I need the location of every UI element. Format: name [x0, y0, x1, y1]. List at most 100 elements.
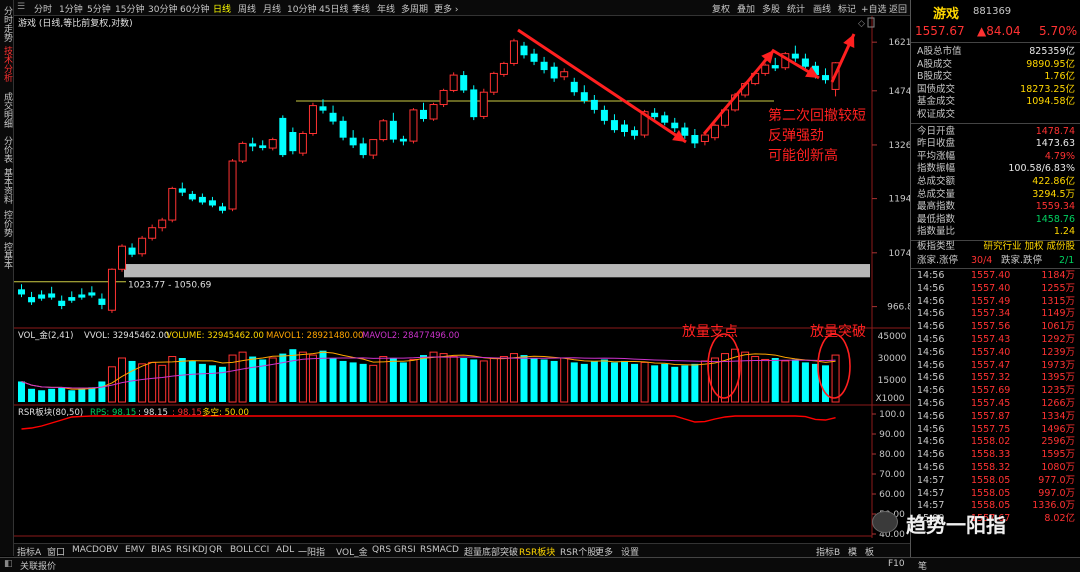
toolbar-多股[interactable]: 多股 — [762, 2, 780, 15]
stat-label: 昨日收盘 — [917, 138, 956, 150]
tick-volume: 997.0万 — [1038, 487, 1075, 499]
tick-row[interactable]: 14:56 1557.40 1184万 — [915, 270, 1077, 282]
left-tab-2[interactable]: 成交明细 — [1, 92, 13, 128]
candle-body — [188, 193, 196, 200]
period-tab-月线[interactable]: 月线 — [263, 2, 281, 15]
volume-bar — [761, 358, 770, 403]
indicator-tab-3[interactable]: OBV — [99, 545, 118, 555]
status-right-icon[interactable]: 笔 — [918, 559, 927, 572]
indicator-tab-9[interactable]: BOLL — [230, 545, 253, 555]
volume-bar — [671, 366, 679, 402]
volume-bar — [38, 390, 46, 402]
toolbar-标记[interactable]: 标记 — [838, 2, 856, 15]
tick-time: 14:56 — [917, 385, 945, 397]
candle-body — [520, 45, 528, 56]
period-tab-45d[interactable]: 45日线 — [319, 2, 348, 15]
period-tab-年线[interactable]: 年线 — [377, 2, 395, 15]
sector-type-value[interactable]: 研究行业 加权 成份股 — [983, 241, 1075, 253]
toolbar-add-watchlist[interactable]: +自选 — [861, 2, 887, 15]
period-tab-60m[interactable]: 60分钟 — [180, 2, 209, 15]
indicator-tab-5[interactable]: BIAS — [151, 545, 172, 555]
indicator-tab-2[interactable]: MACD — [72, 545, 99, 555]
indicator-tab-11[interactable]: ADL — [276, 545, 294, 555]
left-tab-4[interactable]: 基本资料 — [1, 168, 13, 204]
stat-value: 4.79% — [1044, 150, 1075, 162]
tick-row[interactable]: 14:56 1557.69 1235万 — [915, 385, 1077, 397]
menu-icon[interactable]: ☰ — [17, 2, 25, 12]
tick-row[interactable]: 14:56 1557.32 1395万 — [915, 372, 1077, 384]
status-bar: ◧ 关联报价 F10 笔 — [0, 557, 1080, 572]
toolbar-统计[interactable]: 统计 — [787, 2, 805, 15]
volume-bar — [98, 381, 106, 402]
status-left[interactable]: 关联报价 — [20, 559, 56, 572]
stat-label: 今日开盘 — [917, 125, 956, 137]
tick-row[interactable]: 14:57 1558.05 997.0万 — [915, 488, 1077, 500]
tick-row[interactable]: 14:56 1557.45 1266万 — [915, 398, 1077, 410]
candle-body — [389, 120, 397, 140]
tick-row[interactable]: 14:56 1558.02 2596万 — [915, 436, 1077, 448]
period-tab-多周期[interactable]: 多周期 — [401, 2, 428, 15]
tick-row[interactable]: 14:56 1558.33 1595万 — [915, 449, 1077, 461]
tick-row[interactable]: 14:56 1558.32 1080万 — [915, 462, 1077, 474]
rsr-axis-label: 70.00 — [879, 470, 905, 480]
annotation-text: 可能创新高 — [768, 147, 838, 164]
tick-row[interactable]: 14:56 1557.34 1149万 — [915, 308, 1077, 320]
tick-row[interactable]: 14:56 1557.43 1292万 — [915, 334, 1077, 346]
indicator-tab-6[interactable]: RSI — [176, 545, 191, 555]
left-tab-5[interactable]: 控价势 — [1, 210, 13, 237]
rsr-rps: RPS: 98.15 — [90, 408, 136, 418]
indicator-tab-10[interactable]: CCI — [254, 545, 269, 555]
period-tab-1m[interactable]: 1分钟 — [59, 2, 83, 15]
left-tab-1[interactable]: 技术分析 — [1, 46, 13, 82]
tick-row[interactable]: 14:56 1557.40 1239万 — [915, 347, 1077, 359]
tick-volume: 1266万 — [1041, 398, 1075, 409]
period-tab-more[interactable]: 更多 › — [434, 2, 458, 15]
candle-body — [489, 72, 498, 93]
stat-row: 最高指数 1559.34 — [915, 201, 1077, 213]
indicator-tab-7[interactable]: KDJ — [192, 545, 208, 555]
tick-time: 14:56 — [917, 423, 945, 435]
tick-row[interactable]: 14:56 1557.87 1334万 — [915, 411, 1077, 423]
indicator-tab-8[interactable]: QR — [209, 545, 222, 555]
candle-body — [470, 89, 478, 118]
indicator-tab-15[interactable]: GRSI — [394, 545, 416, 555]
tick-row[interactable]: 14:56 1557.56 1061万 — [915, 321, 1077, 333]
vol-annotation-2: 放量突破 — [810, 324, 866, 340]
volume-bar — [791, 359, 799, 402]
tick-volume: 1334万 — [1041, 410, 1075, 422]
period-tab-日线[interactable]: 日线 — [213, 2, 231, 15]
period-tab-15m[interactable]: 15分钟 — [115, 2, 144, 15]
left-tab-3[interactable]: 分价表 — [1, 136, 13, 163]
status-f10[interactable]: F10 — [888, 559, 905, 569]
indicator-tab-4[interactable]: EMV — [125, 545, 145, 555]
tick-price: 1557.69 — [971, 385, 1011, 397]
toolbar-复权[interactable]: 复权 — [712, 2, 730, 15]
toolbar-叠加[interactable]: 叠加 — [737, 2, 755, 15]
tick-row[interactable]: 14:56 1557.40 1255万 — [915, 283, 1077, 295]
candle-body — [319, 106, 327, 111]
candle-body — [228, 160, 237, 210]
tick-row[interactable]: 14:57 1558.05 977.0万 — [915, 475, 1077, 487]
period-tab-季线[interactable]: 季线 — [352, 2, 370, 15]
period-tab-周线[interactable]: 周线 — [238, 2, 256, 15]
tick-volume: 1149万 — [1041, 308, 1075, 320]
chart-area[interactable]: 第二次回撤较短 反弹强劲 可能创新高 放量支点 放量突破 1621 1474 1326 119… — [14, 16, 910, 538]
toolbar-back[interactable]: 返回 — [889, 2, 907, 15]
indicator-tab-16[interactable]: RSMACD — [420, 545, 459, 555]
volume-bar — [741, 351, 750, 403]
tick-price: 1557.40 — [971, 346, 1011, 358]
period-tab-10m[interactable]: 10分钟 — [287, 2, 316, 15]
tick-row[interactable]: 14:56 1557.47 1973万 — [915, 360, 1077, 372]
tick-row[interactable]: 14:56 1557.75 1496万 — [915, 424, 1077, 436]
indicator-tab-14[interactable]: QRS — [372, 545, 391, 555]
chart-canvas[interactable]: 第二次回撤较短反弹强劲可能创新高放量支点 放量突破 1621 1474 1326 119… — [14, 16, 910, 538]
toolbar-画线[interactable]: 画线 — [813, 2, 831, 15]
period-tab-30m[interactable]: 30分钟 — [148, 2, 177, 15]
tick-price: 1558.02 — [971, 436, 1011, 448]
period-tab-分时[interactable]: 分时 — [34, 2, 52, 15]
period-tab-5m[interactable]: 5分钟 — [87, 2, 111, 15]
left-tab-6[interactable]: 控基本 — [1, 242, 13, 269]
candle-body — [691, 135, 699, 144]
left-tab-0[interactable]: 分时走势 — [1, 6, 13, 42]
tick-row[interactable]: 14:56 1557.49 1315万 — [915, 296, 1077, 308]
